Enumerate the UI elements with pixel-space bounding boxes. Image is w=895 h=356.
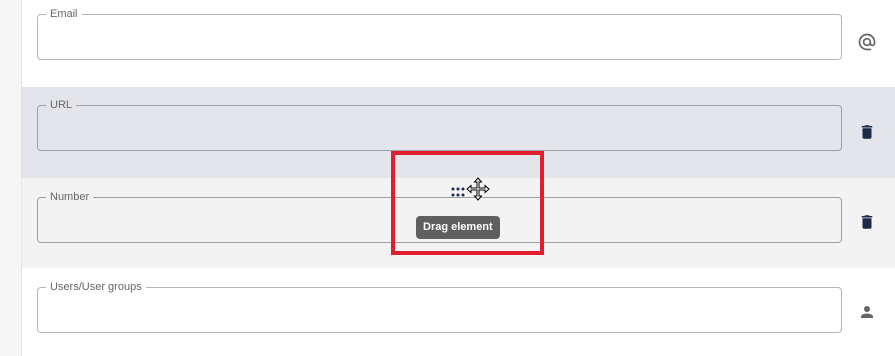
url-field-label: URL [50,99,73,111]
email-field-label: Email [50,8,78,20]
users-field[interactable]: Users/User groups [37,282,842,333]
email-field-row: Email [22,0,895,87]
url-input[interactable] [44,113,832,141]
users-field-label: Users/User groups [50,281,142,293]
trash-icon[interactable] [857,122,877,142]
highlight-annotation [391,151,544,255]
at-icon [857,32,877,52]
url-field[interactable]: URL [37,100,842,151]
trash-icon[interactable] [857,212,877,232]
left-sidebar-strip [0,0,22,356]
person-icon [857,302,877,322]
email-input[interactable] [44,22,832,50]
users-input[interactable] [44,295,832,323]
number-field-label: Number [50,191,90,203]
email-field[interactable]: Email [37,9,842,60]
users-field-row: Users/User groups [22,268,895,356]
